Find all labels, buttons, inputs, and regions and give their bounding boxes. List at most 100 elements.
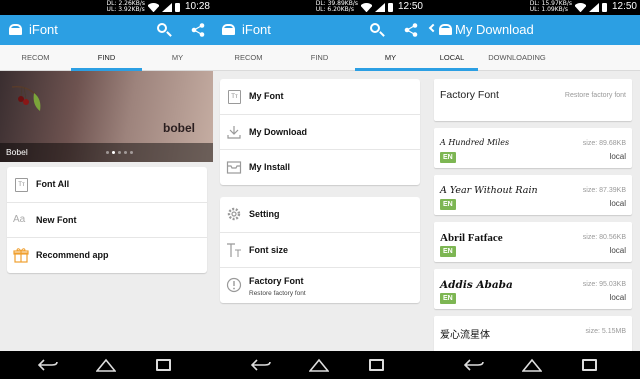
- network-speed: DL: 15.97KB/s UL: 1.09KB/s: [530, 1, 572, 13]
- menu-item-setting[interactable]: Setting: [220, 197, 420, 232]
- tab-bar-spacer: [556, 45, 640, 70]
- carousel-dot: [118, 151, 121, 154]
- status-bar: DL: 39.89KB/s UL: 6.20KB/s 12:50: [213, 0, 426, 15]
- menu-item-label: Font size: [249, 245, 289, 255]
- tab-my[interactable]: MY: [142, 45, 213, 70]
- signal-icon: [162, 3, 172, 12]
- gift-icon: [13, 248, 29, 263]
- factory-font-card[interactable]: Factory Font Restore factory font: [434, 79, 632, 121]
- menu-item-label: Font All: [36, 179, 70, 189]
- tab-recom[interactable]: RECOM: [0, 45, 71, 70]
- back-nav-icon[interactable]: [251, 359, 271, 371]
- app-title: iFont: [242, 22, 271, 37]
- app-bar: iFont: [213, 15, 426, 45]
- tab-bar: RECOM FIND MY: [0, 45, 213, 71]
- tab-find[interactable]: FIND: [71, 45, 142, 71]
- menu-item-label: New Font: [36, 215, 77, 225]
- system-nav-bar: [426, 351, 640, 379]
- my-screen: DL: 39.89KB/s UL: 6.20KB/s 12:50 iFont R…: [213, 0, 426, 379]
- font-location: local: [609, 293, 626, 302]
- banner-title: Bobel: [6, 147, 28, 157]
- ifont-logo-icon: [9, 24, 22, 35]
- tab-bar: LOCAL DOWNLOADING: [426, 45, 640, 71]
- font-item[interactable]: Abril Fatface size: 80.56KB EN local: [434, 222, 632, 262]
- home-nav-icon[interactable]: [96, 358, 116, 372]
- menu-item-label: Recommend app: [36, 250, 109, 260]
- font-location: local: [609, 246, 626, 255]
- signal-icon: [375, 3, 385, 12]
- font-size-label: size: 80.56KB: [582, 234, 626, 241]
- font-item[interactable]: A Hundred Miles size: 89.68KB EN local: [434, 128, 632, 168]
- local-font-list: Factory Font Restore factory font A Hund…: [426, 71, 640, 356]
- menu-item-recommend-app[interactable]: Recommend app: [7, 237, 207, 272]
- app-bar: iFont: [0, 15, 213, 45]
- carousel-dot: [124, 151, 127, 154]
- carousel-dot: [130, 151, 133, 154]
- home-nav-icon[interactable]: [309, 358, 329, 372]
- menu-item-factory-font[interactable]: Factory Font Restore factory font: [220, 267, 420, 302]
- share-icon[interactable]: [191, 23, 205, 37]
- ifont-logo-icon: [439, 24, 452, 35]
- clock: 12:50: [611, 1, 637, 12]
- tab-local[interactable]: LOCAL: [426, 45, 478, 71]
- signal-icon: [589, 3, 599, 12]
- recent-apps-icon[interactable]: [369, 359, 384, 371]
- menu-item-font-size[interactable]: Font size: [220, 232, 420, 267]
- menu-item-my-download[interactable]: My Download: [220, 114, 420, 149]
- font-name: A Year Without Rain: [440, 185, 538, 196]
- font-size-icon: [227, 243, 241, 257]
- back-arrow-icon[interactable]: [428, 23, 438, 33]
- settings-menu-group: Setting Font size Factory Font Restore f…: [220, 197, 420, 303]
- language-badge: EN: [440, 293, 456, 304]
- font-size-label: size: 87.39KB: [582, 187, 626, 194]
- carousel-dot-active: [112, 151, 115, 154]
- info-icon: [226, 277, 242, 293]
- download-icon: [227, 126, 241, 139]
- back-nav-icon[interactable]: [464, 359, 484, 371]
- upload-speed: UL: 3.92KB/s: [106, 6, 145, 13]
- cherry-branch-image: [12, 85, 41, 111]
- font-size-label: size: 95.03KB: [582, 281, 626, 288]
- recent-apps-icon[interactable]: [156, 359, 171, 371]
- font-size-label: size: 89.68KB: [582, 140, 626, 147]
- back-nav-icon[interactable]: [38, 359, 58, 371]
- tab-find[interactable]: FIND: [284, 45, 355, 70]
- restore-factory-font-link[interactable]: Restore factory font: [565, 92, 626, 99]
- battery-icon: [175, 3, 180, 12]
- home-nav-icon[interactable]: [522, 358, 542, 372]
- menu-item-my-install[interactable]: My Install: [220, 149, 420, 184]
- font-name: A Hundred Miles: [440, 138, 510, 147]
- app-title: iFont: [29, 22, 58, 37]
- featured-font-banner[interactable]: bobel Bobel: [0, 71, 213, 162]
- tab-recom[interactable]: RECOM: [213, 45, 284, 70]
- font-name: Abril Fatface: [440, 232, 503, 244]
- language-badge: EN: [440, 199, 456, 210]
- factory-font-title: Factory Font: [440, 89, 499, 101]
- font-name: 爱心流星体: [440, 330, 490, 341]
- menu-item-my-font[interactable]: Tт My Font: [220, 79, 420, 114]
- share-icon[interactable]: [404, 23, 418, 37]
- search-icon[interactable]: [370, 23, 385, 37]
- font-item[interactable]: Addis Ababa size: 95.03KB EN local: [434, 269, 632, 309]
- search-icon[interactable]: [157, 23, 172, 37]
- font-item[interactable]: A Year Without Rain size: 87.39KB EN loc…: [434, 175, 632, 215]
- wifi-icon: [575, 3, 586, 12]
- screen-title: My Download: [455, 22, 534, 37]
- font-location: local: [609, 199, 626, 208]
- menu-item-sublabel: Restore factory font: [249, 290, 306, 297]
- font-item[interactable]: 爱心流星体 size: 5.15MB: [434, 316, 632, 356]
- tab-my[interactable]: MY: [355, 45, 426, 71]
- clock: 12:50: [397, 1, 423, 12]
- menu-item-font-all[interactable]: Tт Font All: [7, 167, 207, 202]
- tab-downloading[interactable]: DOWNLOADING: [478, 45, 556, 70]
- language-badge: EN: [440, 246, 456, 257]
- install-box-icon: [226, 161, 242, 174]
- battery-icon: [602, 3, 607, 12]
- font-box-icon: Tт: [228, 90, 241, 104]
- recent-apps-icon[interactable]: [582, 359, 597, 371]
- menu-item-new-font[interactable]: Aa New Font: [7, 202, 207, 237]
- status-bar: DL: 2.26KB/s UL: 3.92KB/s 10:28: [0, 0, 213, 15]
- system-nav-bar: [0, 351, 213, 379]
- menu-item-label: Setting: [249, 209, 280, 219]
- upload-speed: UL: 1.09KB/s: [529, 6, 568, 13]
